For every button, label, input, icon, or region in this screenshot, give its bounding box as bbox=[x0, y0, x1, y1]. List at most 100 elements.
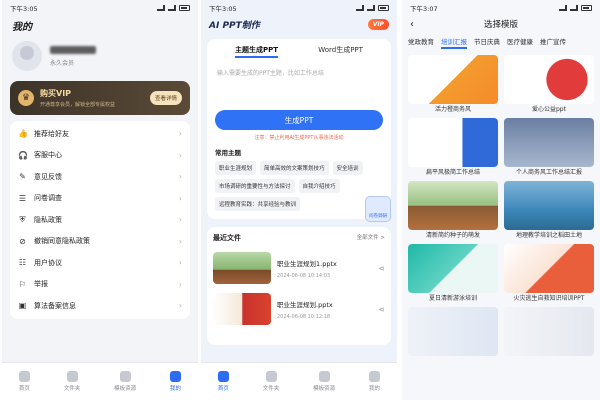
vip-details-button[interactable]: 查看详情 bbox=[149, 91, 182, 105]
recent-header: 最近文件 全部文件 > bbox=[213, 233, 385, 243]
tab-home[interactable]: 首页 bbox=[18, 371, 30, 392]
profile-screen: 下午3:05 我的 永久会员 ♛ 购买VIP 开通尊享会员，解锁全部专属权益 查… bbox=[2, 0, 198, 400]
revoke-icon: ⊘ bbox=[19, 236, 26, 246]
page-header: AI PPT制作 VIP bbox=[201, 16, 397, 33]
view-all-files-link[interactable]: 全部文件 > bbox=[357, 233, 385, 243]
theme-chip[interactable]: 自我介绍技巧 bbox=[298, 179, 340, 193]
themes-title: 常用主题 bbox=[215, 149, 241, 157]
folder-icon bbox=[66, 371, 78, 382]
chevron-right-icon: › bbox=[178, 129, 182, 139]
chevron-right-icon: › bbox=[178, 172, 182, 182]
tab-label: 文件夹 bbox=[63, 386, 81, 392]
template-grid: 活力橙商务风 爱心公益ppt 扁平风极简工作总结 个人商务风工作总结汇报 清新简… bbox=[402, 53, 600, 370]
menu-item-privacy[interactable]: ⛨ 隐私政策 › bbox=[10, 209, 190, 231]
tab-label: 我的 bbox=[170, 386, 182, 392]
template-label bbox=[504, 356, 594, 368]
template-card[interactable] bbox=[504, 307, 594, 368]
menu-item-support[interactable]: 🎧 客服中心 › bbox=[10, 145, 190, 167]
file-item[interactable]: 职业生涯规划.pptx 2024-06-08 10:12:18 ⋖ bbox=[213, 293, 385, 325]
tab-templates[interactable]: 模板资源 bbox=[114, 371, 136, 392]
status-icons bbox=[356, 5, 389, 11]
page-title: 选择模版 bbox=[483, 20, 518, 30]
generator-card: 主题生成PPT Word生成PPT 输入需要生成的PPT主题，比如工作总结 生成… bbox=[207, 39, 391, 219]
theme-chip[interactable]: 安全培训 bbox=[332, 161, 363, 175]
file-item[interactable]: 职业生涯规划1.pptx 2024-06-08 10:14:03 ⋖ bbox=[213, 252, 385, 284]
battery-icon bbox=[179, 5, 190, 11]
category-tabs: 党政教育 培训汇报 节日庆典 医疗健康 推广宣传 bbox=[402, 32, 600, 53]
share-icon[interactable]: ⋖ bbox=[378, 305, 385, 314]
template-card[interactable]: 活力橙商务风 bbox=[408, 55, 498, 116]
tab-mine[interactable]: 我的 bbox=[170, 371, 181, 392]
home-icon bbox=[18, 371, 30, 382]
page-title: 我的 bbox=[12, 22, 32, 33]
template-thumbnail bbox=[504, 181, 594, 230]
tab-folder[interactable]: 文件夹 bbox=[262, 371, 280, 392]
status-icons bbox=[559, 5, 592, 11]
profile-header[interactable]: 永久会员 bbox=[2, 35, 198, 77]
bottom-tab-bar: 首页 文件夹 模板资源 我的 bbox=[2, 362, 198, 400]
menu-item-feedback[interactable]: ✎ 意见反馈 › bbox=[10, 166, 190, 188]
status-time: 下午3:07 bbox=[410, 5, 438, 13]
tab-templates[interactable]: 模板资源 bbox=[313, 371, 335, 392]
menu-item-label: 推荐给好友 bbox=[34, 129, 69, 138]
category-tab[interactable]: 推广宣传 bbox=[540, 36, 566, 49]
tab-topic-ppt[interactable]: 主题生成PPT bbox=[235, 45, 279, 58]
tab-word-ppt[interactable]: Word生成PPT bbox=[318, 45, 363, 58]
status-time: 下午3:05 bbox=[10, 5, 38, 13]
battery-icon bbox=[378, 5, 389, 11]
signal-icon bbox=[559, 5, 567, 11]
tab-mine[interactable]: 我的 bbox=[369, 371, 380, 392]
template-card[interactable]: 火灾逃生自救知识培训PPT bbox=[504, 244, 594, 305]
template-card[interactable]: 夏日清新游泳培训 bbox=[408, 244, 498, 305]
status-bar: 下午3:05 bbox=[201, 0, 397, 16]
tab-folder[interactable]: 文件夹 bbox=[63, 371, 81, 392]
menu-item-recommend[interactable]: 👍 推荐给好友 › bbox=[10, 123, 190, 145]
filing-icon: ▣ bbox=[18, 301, 27, 311]
menu-item-user-agreement[interactable]: ☷ 用户协议 › bbox=[10, 252, 190, 274]
recent-title: 最近文件 bbox=[213, 234, 241, 242]
vip-badge[interactable]: VIP bbox=[367, 19, 389, 30]
template-label bbox=[408, 356, 498, 368]
template-card[interactable]: 扁平风极简工作总结 bbox=[408, 118, 498, 179]
theme-chip[interactable]: 简单高效的文案策划技巧 bbox=[260, 161, 329, 175]
signal-icon bbox=[157, 5, 165, 11]
template-card[interactable]: 个人商务风工作总结汇报 bbox=[504, 118, 594, 179]
chevron-right-icon: › bbox=[178, 215, 182, 225]
template-card[interactable]: 地理教学培训之稻田土地 bbox=[504, 181, 594, 242]
theme-chip[interactable]: 职业生涯规划 bbox=[215, 161, 257, 175]
theme-chip[interactable]: 市场调研的重要性与方法探讨 bbox=[215, 179, 295, 193]
menu-item-label: 隐私政策 bbox=[34, 215, 62, 224]
tab-label: 文件夹 bbox=[262, 386, 280, 392]
avatar[interactable] bbox=[12, 41, 42, 71]
template-card[interactable]: 清新简约种子的萌发 bbox=[408, 181, 498, 242]
bottom-tab-bar: 首页 文件夹 模板资源 我的 bbox=[201, 362, 397, 400]
template-card[interactable] bbox=[408, 307, 498, 368]
survey-float-button[interactable]: 问卷调研 bbox=[365, 196, 391, 222]
menu-item-report[interactable]: ⚐ 举报 › bbox=[10, 274, 190, 296]
folder-icon bbox=[265, 371, 277, 382]
menu-item-survey[interactable]: ☰ 问卷调查 › bbox=[10, 188, 190, 210]
menu-item-revoke-privacy[interactable]: ⊘ 撤销同意隐私政策 › bbox=[10, 231, 190, 253]
back-arrow-icon[interactable]: ‹ bbox=[410, 19, 430, 30]
tab-label: 我的 bbox=[369, 386, 381, 392]
menu-item-label: 撤销同意隐私政策 bbox=[34, 237, 90, 246]
generate-ppt-button[interactable]: 生成PPT bbox=[215, 110, 383, 130]
status-bar: 下午3:07 bbox=[402, 0, 600, 16]
template-label: 地理教学培训之稻田土地 bbox=[515, 232, 582, 239]
theme-chip[interactable]: 远程教育实践：共享经验与教训 bbox=[215, 197, 301, 211]
tab-home[interactable]: 首页 bbox=[217, 371, 229, 392]
vip-banner[interactable]: ♛ 购买VIP 开通尊享会员，解锁全部专属权益 查看详情 bbox=[10, 81, 190, 115]
user-agreement-icon: ☷ bbox=[18, 258, 27, 268]
menu-item-algorithm-filing[interactable]: ▣ 算法备案信息 › bbox=[10, 295, 190, 317]
headset-icon: 🎧 bbox=[18, 150, 28, 160]
topic-input[interactable]: 输入需要生成的PPT主题，比如工作总结 bbox=[215, 64, 383, 110]
template-card[interactable]: 爱心公益ppt bbox=[504, 55, 594, 116]
category-tab[interactable]: 党政教育 bbox=[408, 36, 434, 49]
file-name: 职业生涯规划.pptx bbox=[277, 300, 333, 309]
category-tab[interactable]: 节日庆典 bbox=[474, 36, 500, 49]
chevron-right-icon: › bbox=[178, 258, 182, 268]
share-icon[interactable]: ⋖ bbox=[378, 264, 385, 273]
report-icon: ⚐ bbox=[18, 279, 27, 289]
category-tab[interactable]: 医疗健康 bbox=[507, 36, 533, 49]
category-tab[interactable]: 培训汇报 bbox=[441, 36, 467, 49]
